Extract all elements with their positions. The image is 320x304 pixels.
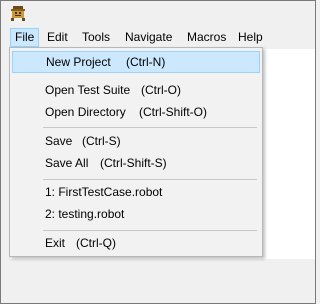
menu-bar: File Edit Tools Navigate Macros Help bbox=[1, 27, 315, 49]
menu-help[interactable]: Help bbox=[234, 28, 267, 47]
save-label: Save bbox=[45, 134, 73, 148]
open-directory-label: Open Directory bbox=[45, 105, 126, 119]
save-all-shortcut: (Ctrl-Shift-S) bbox=[100, 156, 167, 170]
menu-edit[interactable]: Edit bbox=[43, 28, 72, 47]
exit-shortcut: (Ctrl-Q) bbox=[76, 236, 116, 250]
menu-separator bbox=[43, 179, 257, 180]
application-window: File Edit Tools Navigate Macros Help New… bbox=[0, 0, 316, 304]
menu-item-open-directory[interactable]: Open Directory (Ctrl-Shift-O) bbox=[12, 101, 260, 123]
open-test-suite-shortcut: (Ctrl-O) bbox=[141, 83, 181, 97]
menu-tools[interactable]: Tools bbox=[78, 28, 114, 47]
menu-item-exit[interactable]: Exit (Ctrl-Q) bbox=[12, 232, 260, 254]
title-bar bbox=[1, 1, 315, 27]
save-all-label: Save All bbox=[45, 156, 89, 170]
open-test-suite-label: Open Test Suite bbox=[45, 83, 131, 97]
menu-navigate[interactable]: Navigate bbox=[121, 28, 176, 47]
app-icon bbox=[11, 6, 25, 21]
new-project-label: New Project bbox=[46, 55, 111, 69]
recent-file-2-label: 2: testing.robot bbox=[45, 207, 125, 221]
menu-item-open-test-suite[interactable]: Open Test Suite (Ctrl-O) bbox=[12, 79, 260, 101]
recent-file-1-label: 1: FirstTestCase.robot bbox=[45, 185, 163, 199]
status-area bbox=[1, 259, 315, 303]
save-shortcut: (Ctrl-S) bbox=[82, 134, 121, 148]
menu-file[interactable]: File bbox=[10, 28, 40, 47]
menu-separator bbox=[43, 127, 257, 128]
menu-macros[interactable]: Macros bbox=[183, 28, 230, 47]
menu-separator bbox=[43, 230, 257, 231]
menu-item-recent-2[interactable]: 2: testing.robot bbox=[12, 203, 260, 225]
new-project-shortcut: (Ctrl-N) bbox=[126, 55, 166, 69]
file-menu-dropdown: New Project (Ctrl-N) Open Test Suite (Ct… bbox=[9, 47, 263, 257]
menu-item-save-all[interactable]: Save All (Ctrl-Shift-S) bbox=[12, 152, 260, 174]
open-directory-shortcut: (Ctrl-Shift-O) bbox=[139, 105, 207, 119]
menu-item-recent-1[interactable]: 1: FirstTestCase.robot bbox=[12, 181, 260, 203]
exit-label: Exit bbox=[45, 236, 66, 250]
menu-item-new-project[interactable]: New Project (Ctrl-N) bbox=[12, 51, 260, 73]
menu-item-save[interactable]: Save (Ctrl-S) bbox=[12, 130, 260, 152]
